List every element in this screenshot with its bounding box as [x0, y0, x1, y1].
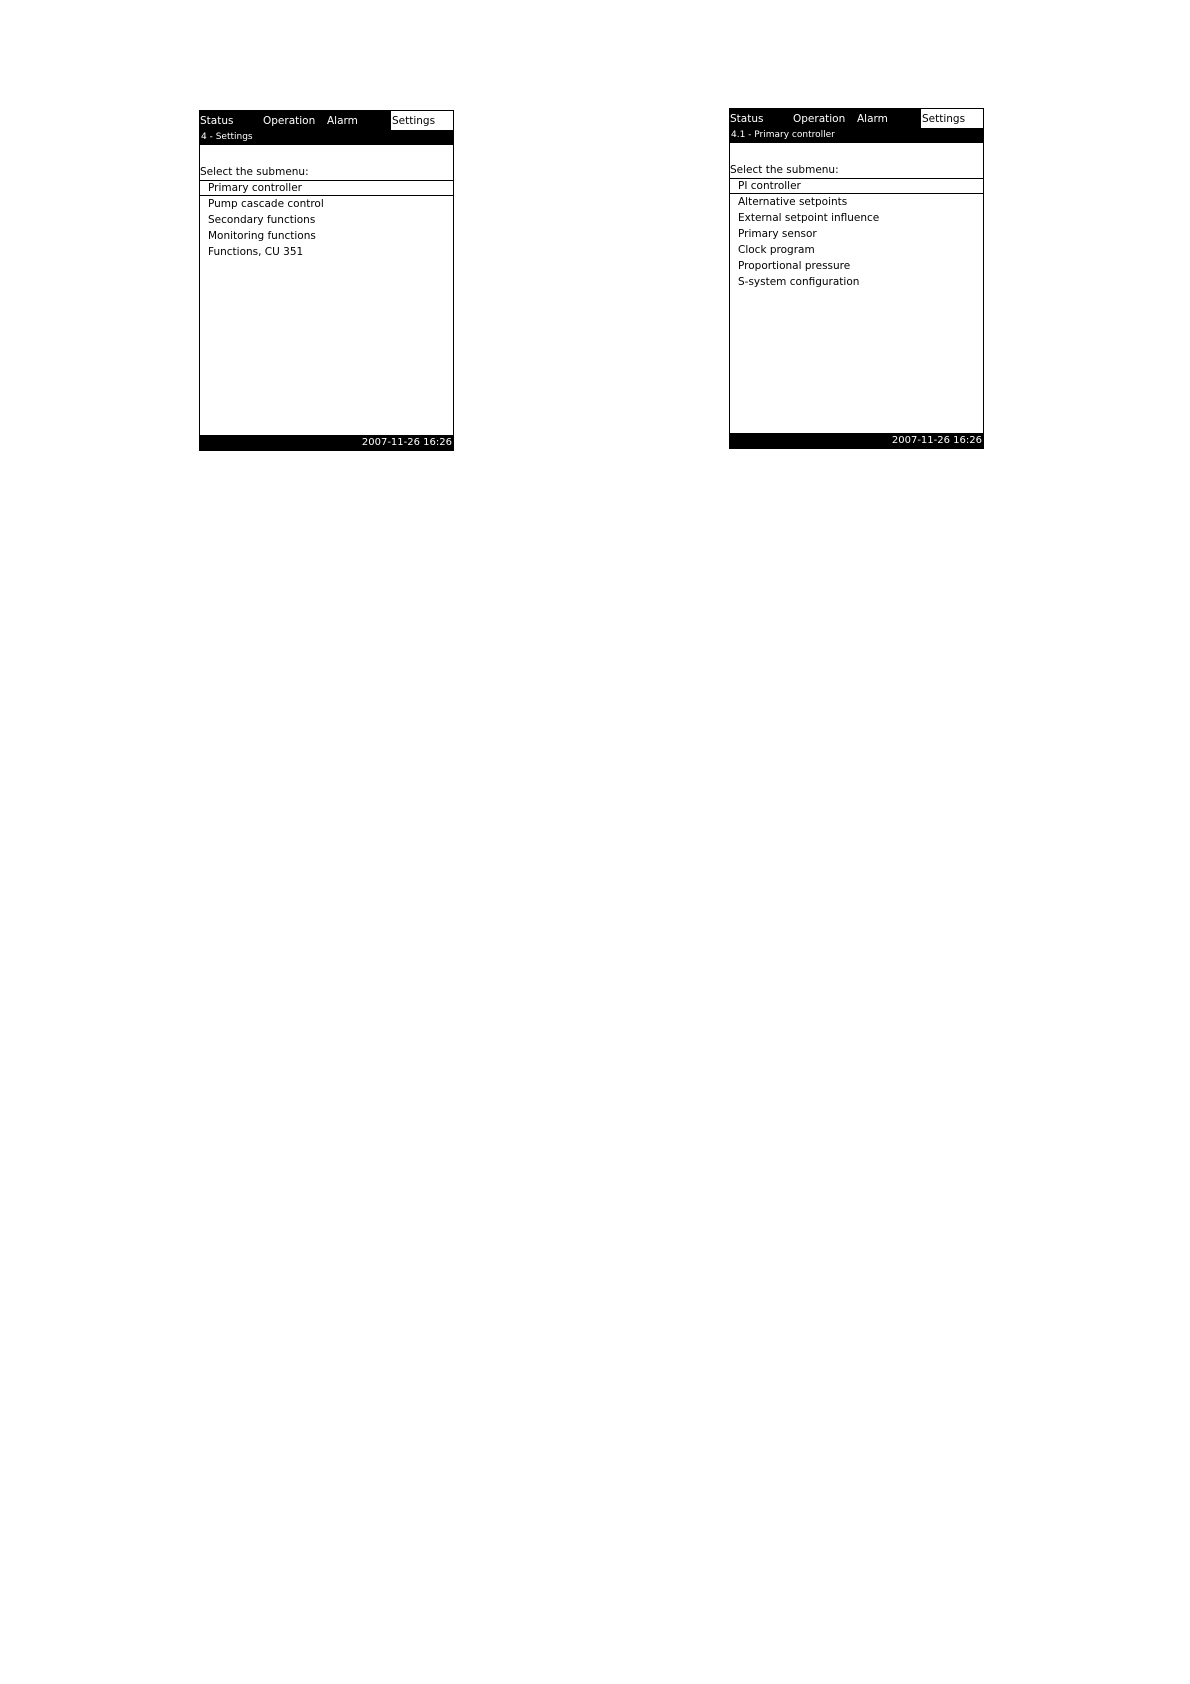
menu-item-functions-cu351[interactable]: Functions, CU 351 — [200, 244, 453, 260]
tab-status[interactable]: Status — [730, 109, 763, 128]
tab-settings[interactable]: Settings — [391, 111, 453, 130]
menu-item-s-system-configuration[interactable]: S-system configuration — [730, 274, 983, 290]
tab-alarm[interactable]: Alarm — [327, 111, 358, 130]
settings-screen: Status Operation Alarm Settings 4 - Sett… — [199, 110, 454, 451]
menu-item-secondary-functions[interactable]: Secondary functions — [200, 212, 453, 228]
tab-operation[interactable]: Operation — [793, 109, 845, 128]
tab-operation[interactable]: Operation — [263, 111, 315, 130]
menu-item-proportional-pressure[interactable]: Proportional pressure — [730, 258, 983, 274]
menu-item-external-setpoint-influence[interactable]: External setpoint influence — [730, 210, 983, 226]
menu-item-monitoring-functions[interactable]: Monitoring functions — [200, 228, 453, 244]
tab-bar: Status Operation Alarm Settings — [200, 111, 453, 130]
tab-bar: Status Operation Alarm Settings — [730, 109, 983, 128]
menu-title: 4 - Settings — [200, 130, 453, 145]
menu-item-primary-controller[interactable]: Primary controller — [200, 180, 453, 196]
tab-settings[interactable]: Settings — [921, 109, 983, 128]
tab-status[interactable]: Status — [200, 111, 233, 130]
menu-item-clock-program[interactable]: Clock program — [730, 242, 983, 258]
submenu-prompt: Select the submenu: — [730, 164, 839, 176]
menu-item-pump-cascade-control[interactable]: Pump cascade control — [200, 196, 453, 212]
menu-item-primary-sensor[interactable]: Primary sensor — [730, 226, 983, 242]
submenu-prompt: Select the submenu: — [200, 166, 309, 178]
submenu-list: PI controller Alternative setpoints Exte… — [730, 178, 983, 290]
menu-item-pi-controller[interactable]: PI controller — [730, 178, 983, 194]
menu-item-alternative-setpoints[interactable]: Alternative setpoints — [730, 194, 983, 210]
datetime-footer: 2007-11-26 16:26 — [730, 433, 983, 448]
submenu-list: Primary controller Pump cascade control … — [200, 180, 453, 260]
primary-controller-screen: Status Operation Alarm Settings 4.1 - Pr… — [729, 108, 984, 449]
menu-title: 4.1 - Primary controller — [730, 128, 983, 143]
tab-alarm[interactable]: Alarm — [857, 109, 888, 128]
datetime-footer: 2007-11-26 16:26 — [200, 435, 453, 450]
